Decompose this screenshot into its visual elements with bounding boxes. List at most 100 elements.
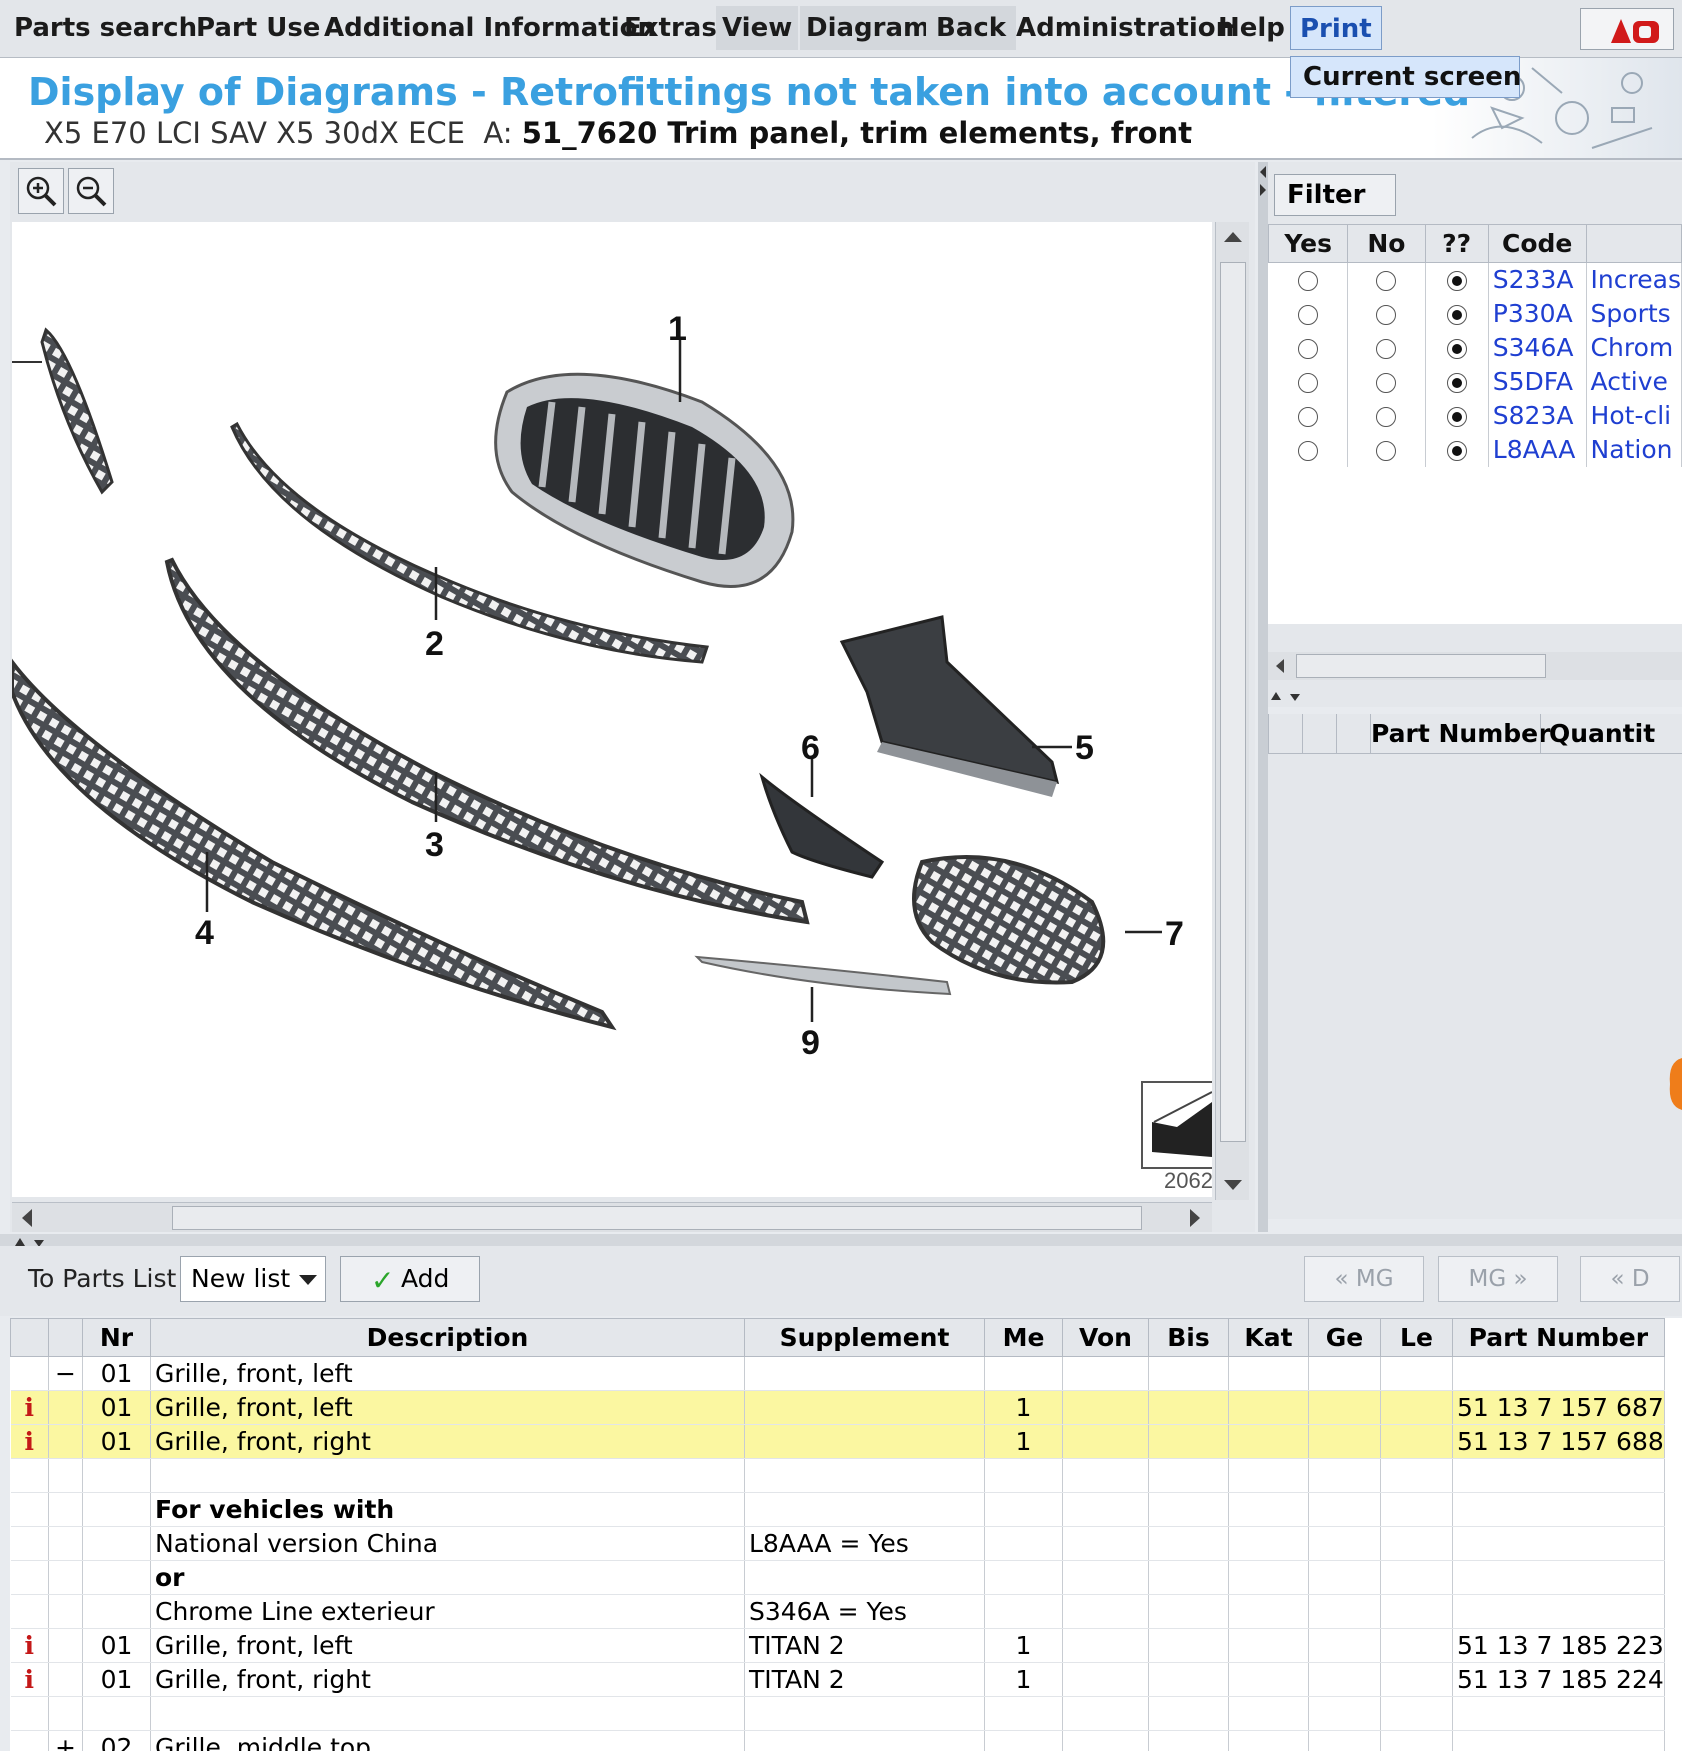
col-ge[interactable]: Ge xyxy=(1308,1318,1381,1357)
parts-diagram-canvas[interactable]: 1 2 3 4 5 6 7 9 2062 xyxy=(12,222,1212,1197)
diagram-horizontal-scrollbar[interactable] xyxy=(12,1202,1212,1232)
scroll-down-arrow-icon[interactable] xyxy=(1216,1170,1250,1200)
expand-toggle-icon[interactable]: + xyxy=(48,1730,83,1751)
radio-unknown[interactable] xyxy=(1446,305,1467,325)
col-part-number[interactable]: Part Number xyxy=(1452,1318,1665,1357)
filter-code-description[interactable]: Increas xyxy=(1586,262,1682,297)
menu-part-use[interactable]: Part Use xyxy=(196,6,320,50)
filter-code-link[interactable]: S5DFA xyxy=(1488,364,1587,399)
filter-row[interactable]: L8AAA Nation xyxy=(1268,432,1682,467)
pn-col-blank-1[interactable] xyxy=(1268,714,1302,754)
callout-9[interactable]: 9 xyxy=(801,1024,820,1062)
pn-col-quantity[interactable]: Quantit xyxy=(1540,714,1682,754)
col-description[interactable]: Description xyxy=(150,1318,745,1357)
filter-option-cell[interactable] xyxy=(1268,364,1349,399)
diagram-vscroll-thumb[interactable] xyxy=(1220,262,1246,1142)
info-icon[interactable]: i xyxy=(10,1424,49,1459)
filter-option-cell[interactable] xyxy=(1347,364,1426,399)
side-tab-icon[interactable] xyxy=(1664,1054,1682,1114)
filter-col-description[interactable] xyxy=(1585,224,1682,263)
previous-diagram-button[interactable]: « D xyxy=(1580,1256,1680,1302)
table-row[interactable]: +02 Grille, middle top xyxy=(10,1730,1665,1751)
callout-5[interactable]: 5 xyxy=(1075,729,1094,767)
filter-code-description[interactable]: Sports xyxy=(1586,296,1682,331)
table-row[interactable]: i 01 Grille, front, left 1 51 13 7 157 687 xyxy=(10,1390,1665,1425)
filter-horizontal-scrollbar[interactable] xyxy=(1268,652,1682,680)
previous-mg-button[interactable]: « MG xyxy=(1304,1256,1424,1302)
table-row[interactable]: National version China L8AAA = Yes xyxy=(10,1526,1665,1561)
filter-option-cell[interactable] xyxy=(1347,296,1426,331)
col-info[interactable] xyxy=(10,1318,49,1357)
filter-option-cell[interactable] xyxy=(1268,432,1349,467)
radio-unknown[interactable] xyxy=(1446,407,1467,427)
filter-option-cell[interactable] xyxy=(1268,330,1349,365)
callout-1[interactable]: 1 xyxy=(668,310,687,348)
horizontal-splitter[interactable] xyxy=(0,1234,1682,1247)
radio-yes[interactable] xyxy=(1297,373,1318,393)
menu-parts-search[interactable]: Parts search xyxy=(14,6,197,50)
diagram-hscroll-thumb[interactable] xyxy=(172,1206,1142,1230)
info-icon[interactable]: i xyxy=(10,1662,49,1697)
table-row[interactable]: i 01 Grille, front, right TITAN 2 1 51 13 7 1… xyxy=(10,1662,1665,1697)
callout-2[interactable]: 2 xyxy=(425,625,444,663)
filter-option-cell[interactable] xyxy=(1425,364,1489,399)
filter-option-cell[interactable] xyxy=(1347,330,1426,365)
filter-option-cell[interactable] xyxy=(1425,262,1489,297)
scroll-up-arrow-icon[interactable] xyxy=(1216,222,1250,252)
radio-no[interactable] xyxy=(1376,339,1397,359)
next-mg-button[interactable]: MG » xyxy=(1438,1256,1558,1302)
filter-row[interactable]: S823A Hot-cli xyxy=(1268,398,1682,433)
filter-hscroll-thumb[interactable] xyxy=(1296,654,1546,678)
radio-unknown[interactable] xyxy=(1446,271,1467,292)
part-cover-small[interactable] xyxy=(759,772,885,879)
filter-button[interactable]: Filter xyxy=(1274,174,1396,241)
menu-additional-information[interactable]: Additional Information xyxy=(324,6,656,50)
menu-back[interactable]: Back xyxy=(926,6,1017,50)
filter-option-cell[interactable] xyxy=(1347,262,1426,297)
table-row[interactable]: −01 Grille, front, left xyxy=(10,1356,1665,1391)
radio-unknown[interactable] xyxy=(1446,339,1467,359)
menu-diagram[interactable]: Diagram xyxy=(800,6,937,50)
filter-code-link[interactable]: L8AAA xyxy=(1488,432,1587,467)
part-air-duct-right[interactable] xyxy=(839,615,1060,797)
scroll-left-arrow-icon[interactable] xyxy=(1268,652,1292,680)
radio-no[interactable] xyxy=(1376,271,1397,292)
col-me[interactable]: Me xyxy=(984,1318,1063,1357)
radio-no[interactable] xyxy=(1376,305,1397,325)
radio-yes[interactable] xyxy=(1297,271,1318,292)
table-row[interactable]: or xyxy=(10,1560,1665,1595)
filter-option-cell[interactable] xyxy=(1425,296,1489,331)
filter-option-cell[interactable] xyxy=(1425,398,1489,433)
radio-yes[interactable] xyxy=(1297,305,1318,325)
filter-col-unknown[interactable]: ?? xyxy=(1424,224,1489,263)
filter-code-description[interactable]: Hot-cli xyxy=(1586,398,1682,433)
scroll-right-arrow-icon[interactable] xyxy=(1180,1203,1210,1233)
col-le[interactable]: Le xyxy=(1380,1318,1453,1357)
filter-option-cell[interactable] xyxy=(1425,330,1489,365)
filter-code-link[interactable]: P330A xyxy=(1488,296,1587,331)
callout-4[interactable]: 4 xyxy=(195,914,214,952)
part-chrome-trim[interactable] xyxy=(694,955,952,996)
add-to-list-button[interactable]: ✓ Add xyxy=(340,1256,480,1302)
part-kidney-grille[interactable] xyxy=(494,372,795,588)
filter-code-link[interactable]: S823A xyxy=(1488,398,1587,433)
filter-option-cell[interactable] xyxy=(1268,398,1349,433)
filter-code-description[interactable]: Active xyxy=(1586,364,1682,399)
col-von[interactable]: Von xyxy=(1062,1318,1149,1357)
zoom-in-button[interactable] xyxy=(18,168,64,214)
pn-col-blank-2[interactable] xyxy=(1302,714,1336,754)
menu-print[interactable]: Print xyxy=(1290,6,1382,50)
splitter-arrows-icon[interactable] xyxy=(1258,162,1268,202)
app-logo-button[interactable] xyxy=(1580,8,1674,50)
print-current-screen-item[interactable]: Current screen xyxy=(1290,56,1521,98)
table-row[interactable]: For vehicles with xyxy=(10,1492,1665,1527)
radio-yes[interactable] xyxy=(1297,339,1318,359)
col-kat[interactable]: Kat xyxy=(1228,1318,1309,1357)
part-fog-grille[interactable] xyxy=(912,855,1106,985)
radio-no[interactable] xyxy=(1376,373,1397,393)
table-row[interactable] xyxy=(10,1696,1665,1731)
filter-col-no[interactable]: No xyxy=(1347,224,1426,263)
filter-code-description[interactable]: Nation xyxy=(1586,432,1682,467)
filter-option-cell[interactable] xyxy=(1347,432,1426,467)
splitter-arrows-icon[interactable] xyxy=(1270,690,1310,704)
